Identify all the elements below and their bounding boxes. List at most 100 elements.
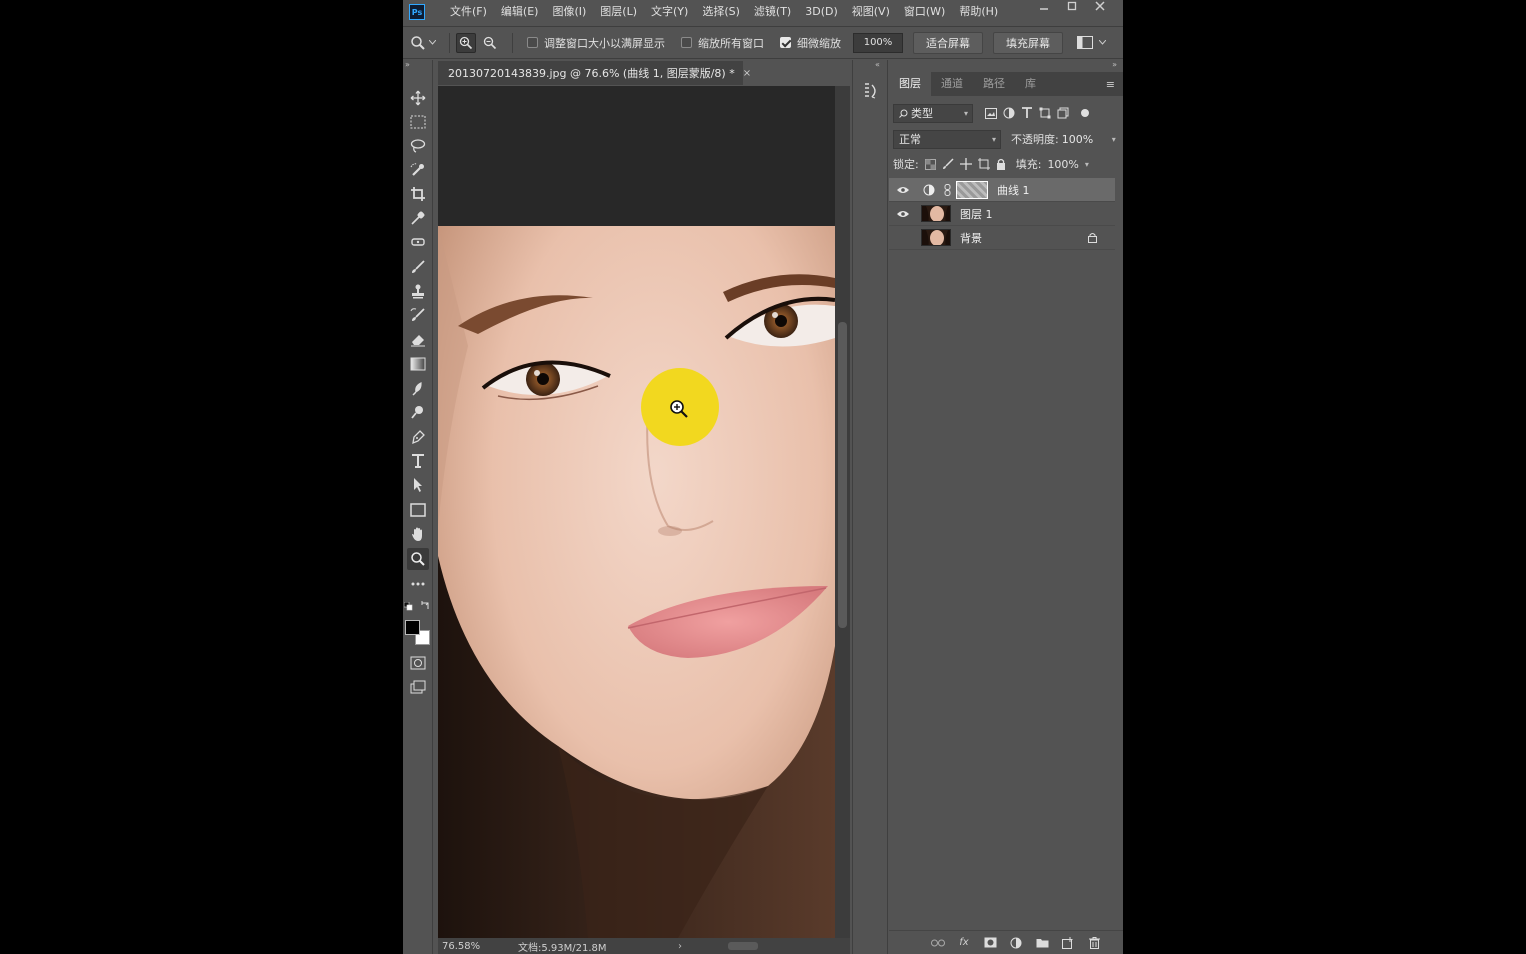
color-swatches[interactable] bbox=[405, 620, 433, 648]
crop-tool[interactable] bbox=[407, 183, 429, 205]
menu-select[interactable]: 选择(S) bbox=[695, 0, 747, 24]
edit-toolbar-button[interactable] bbox=[407, 573, 429, 595]
zoom-percent-field[interactable]: 100% bbox=[853, 32, 903, 53]
smart-object-filter-icon[interactable] bbox=[1057, 107, 1069, 119]
lock-artboard-icon[interactable] bbox=[977, 158, 990, 170]
menu-3d[interactable]: 3D(D) bbox=[798, 0, 845, 24]
type-tool[interactable] bbox=[407, 450, 429, 472]
chevron-down-icon[interactable]: ▾ bbox=[1112, 135, 1116, 144]
scrubby-zoom-checkbox[interactable]: 细微缩放 bbox=[780, 35, 841, 51]
new-adjustment-icon[interactable] bbox=[1009, 936, 1023, 950]
adjustment-filter-icon[interactable] bbox=[1003, 107, 1015, 119]
layer-mask-thumbnail[interactable] bbox=[956, 180, 988, 199]
horizontal-scroll-thumb[interactable] bbox=[728, 942, 758, 950]
tool-preset-picker[interactable] bbox=[403, 35, 443, 51]
lock-brush-icon[interactable] bbox=[942, 158, 954, 170]
fill-screen-button[interactable]: 填充屏幕 bbox=[993, 31, 1063, 54]
clone-stamp-tool[interactable] bbox=[407, 280, 429, 302]
layer-thumbnail[interactable] bbox=[921, 229, 951, 246]
menu-filter[interactable]: 滤镜(T) bbox=[747, 0, 798, 24]
history-brush-tool[interactable] bbox=[407, 304, 429, 326]
screen-mode-button[interactable] bbox=[407, 676, 429, 698]
collapse-arrows-icon[interactable]: « bbox=[875, 60, 880, 69]
layer-row-layer1[interactable]: 图层 1 bbox=[889, 202, 1115, 226]
filter-kind-select[interactable]: 类型 ▾ bbox=[893, 103, 973, 123]
layer-thumbnail[interactable] bbox=[921, 205, 951, 222]
rectangle-tool[interactable] bbox=[407, 499, 429, 521]
close-document-icon[interactable]: × bbox=[743, 68, 751, 79]
scrollbar-thumb[interactable] bbox=[838, 322, 847, 628]
foreground-color-swatch[interactable] bbox=[405, 620, 420, 635]
brush-tool[interactable] bbox=[407, 256, 429, 278]
quick-select-tool[interactable] bbox=[407, 159, 429, 181]
lock-transparent-icon[interactable] bbox=[924, 158, 936, 170]
lock-move-icon[interactable] bbox=[959, 158, 972, 170]
link-layers-icon[interactable] bbox=[931, 936, 945, 950]
resize-windows-checkbox[interactable]: 调整窗口大小以满屏显示 bbox=[527, 35, 665, 51]
tab-channels[interactable]: 通道 bbox=[931, 72, 973, 96]
visibility-toggle[interactable] bbox=[889, 186, 917, 194]
pen-tool[interactable] bbox=[407, 426, 429, 448]
fit-screen-button[interactable]: 适合屏幕 bbox=[913, 31, 983, 54]
type-filter-icon[interactable] bbox=[1021, 107, 1033, 119]
tab-paths[interactable]: 路径 bbox=[973, 72, 1015, 96]
history-panel-button[interactable] bbox=[863, 82, 879, 103]
minimize-icon[interactable] bbox=[1037, 0, 1051, 14]
menu-window[interactable]: 窗口(W) bbox=[897, 0, 952, 24]
status-zoom[interactable]: 76.58% bbox=[438, 941, 498, 952]
zoom-out-button[interactable] bbox=[480, 33, 500, 53]
dodge-tool[interactable] bbox=[407, 401, 429, 423]
visibility-toggle[interactable] bbox=[889, 210, 917, 218]
new-group-icon[interactable] bbox=[1035, 936, 1049, 950]
restore-icon[interactable] bbox=[1065, 0, 1079, 14]
menu-file[interactable]: 文件(F) bbox=[443, 0, 494, 24]
marquee-tool[interactable] bbox=[407, 111, 429, 133]
layer-row-background[interactable]: 背景 bbox=[889, 226, 1115, 250]
blur-tool[interactable] bbox=[407, 377, 429, 399]
eyedropper-tool[interactable] bbox=[407, 207, 429, 229]
quick-mask-button[interactable] bbox=[407, 652, 429, 674]
document-canvas[interactable] bbox=[438, 86, 835, 938]
trash-icon[interactable] bbox=[1087, 936, 1101, 950]
menu-image[interactable]: 图像(I) bbox=[545, 0, 593, 24]
checkbox-box[interactable] bbox=[527, 37, 538, 48]
tab-libraries[interactable]: 库 bbox=[1015, 72, 1046, 96]
zoom-all-windows-checkbox[interactable]: 缩放所有窗口 bbox=[681, 35, 764, 51]
fx-icon[interactable]: fx bbox=[957, 936, 971, 950]
tab-layers[interactable]: 图层 bbox=[889, 72, 931, 96]
menu-edit[interactable]: 编辑(E) bbox=[494, 0, 546, 24]
opacity-field[interactable]: 100% bbox=[1062, 130, 1110, 149]
blend-mode-select[interactable]: 正常 ▾ bbox=[893, 129, 1001, 149]
checkbox-box-checked[interactable] bbox=[780, 37, 791, 48]
new-layer-icon[interactable] bbox=[1061, 936, 1075, 950]
path-select-tool[interactable] bbox=[407, 474, 429, 496]
color-swap-controls[interactable] bbox=[403, 600, 433, 612]
checkbox-box[interactable] bbox=[681, 37, 692, 48]
add-mask-icon[interactable] bbox=[983, 936, 997, 950]
close-icon[interactable] bbox=[1093, 0, 1107, 14]
chevron-down-icon[interactable]: ▾ bbox=[1085, 160, 1089, 169]
zoom-tool[interactable] bbox=[407, 548, 429, 570]
menu-help[interactable]: 帮助(H) bbox=[952, 0, 1005, 24]
eraser-tool[interactable] bbox=[407, 328, 429, 350]
fill-value[interactable]: 100% bbox=[1047, 158, 1078, 171]
hand-tool[interactable] bbox=[407, 523, 429, 545]
menu-view[interactable]: 视图(V) bbox=[845, 0, 897, 24]
collapse-arrows-icon[interactable]: » bbox=[1112, 60, 1117, 69]
filter-toggle-icon[interactable] bbox=[1081, 109, 1089, 117]
lasso-tool[interactable] bbox=[407, 135, 429, 157]
zoom-in-button[interactable] bbox=[456, 32, 476, 53]
pixel-filter-icon[interactable] bbox=[985, 107, 997, 119]
layer-row-curves[interactable]: 曲线 1 bbox=[889, 178, 1115, 202]
menu-type[interactable]: 文字(Y) bbox=[644, 0, 695, 24]
collapse-arrows-icon[interactable]: » bbox=[405, 60, 410, 69]
panel-menu-icon[interactable]: ≡ bbox=[1106, 78, 1115, 91]
menu-layer[interactable]: 图层(L) bbox=[593, 0, 644, 24]
screen-mode-control[interactable] bbox=[1077, 36, 1106, 49]
lock-all-icon[interactable] bbox=[996, 158, 1006, 170]
shape-filter-icon[interactable] bbox=[1039, 107, 1051, 119]
healing-brush-tool[interactable] bbox=[407, 231, 429, 253]
chevron-right-icon[interactable]: › bbox=[678, 941, 682, 952]
gradient-tool[interactable] bbox=[407, 353, 429, 375]
link-chain-icon[interactable] bbox=[944, 183, 952, 196]
